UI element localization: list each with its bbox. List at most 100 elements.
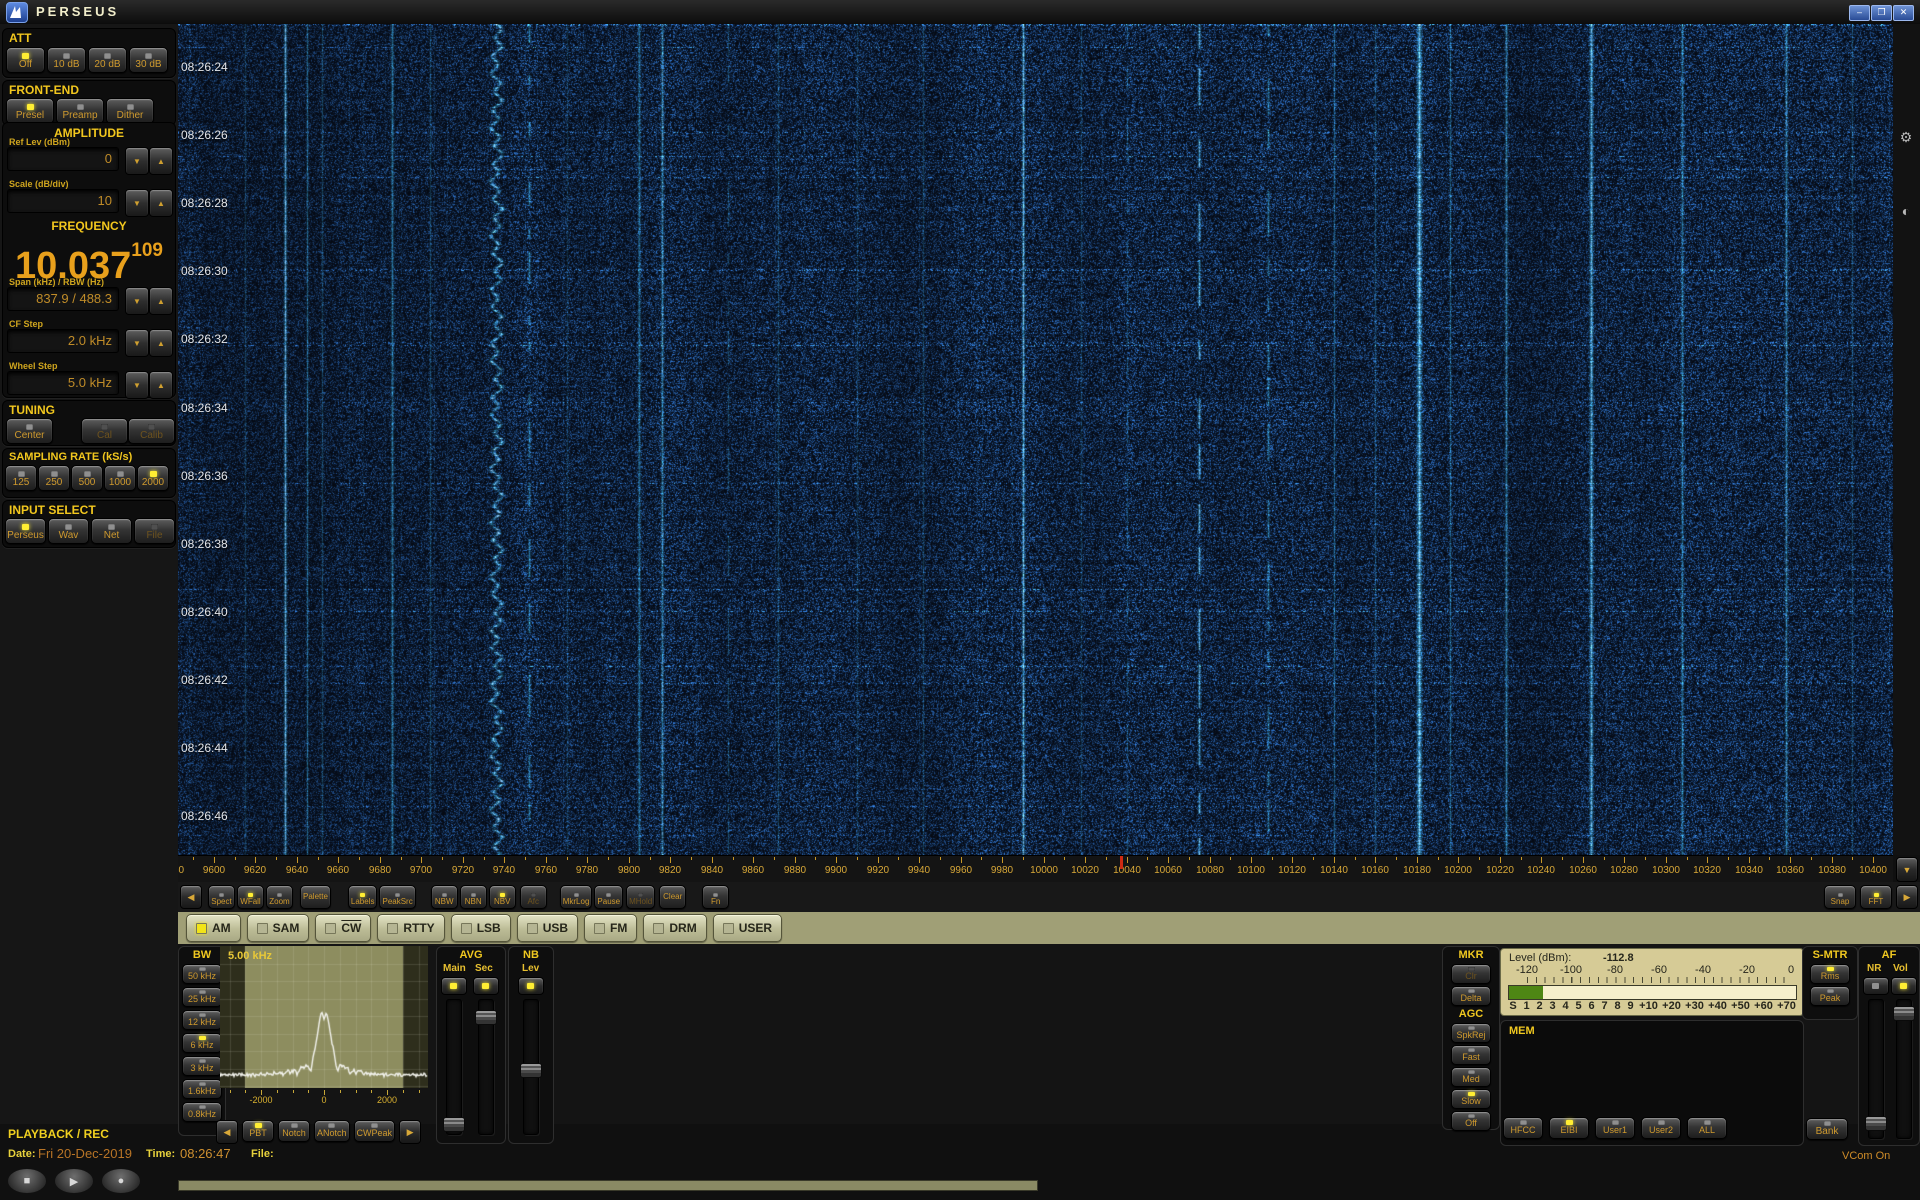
wheel-step-up-icon[interactable]: ▲ [149, 371, 173, 399]
rate-2000-button[interactable]: 2000 [137, 465, 169, 491]
avg-sec-enable-button[interactable] [473, 977, 499, 995]
frontend-preamp-button[interactable]: Preamp [56, 98, 104, 124]
att-off-button[interactable]: Off [6, 47, 45, 73]
cf-step-value[interactable]: 2.0 kHz [7, 329, 119, 353]
filter-left-arrow-icon[interactable]: ◀ [216, 1120, 238, 1144]
mode-rtty-button[interactable]: RTTY [377, 914, 445, 942]
mkr-delta-button[interactable]: Delta [1451, 986, 1491, 1006]
mem-all-button[interactable]: ALL [1687, 1117, 1727, 1139]
af-vol-enable-button[interactable] [1891, 977, 1917, 995]
span-down-icon[interactable]: ▼ [125, 287, 149, 315]
af-vol-slider[interactable] [1893, 999, 1915, 1139]
rate-1000-button[interactable]: 1000 [104, 465, 136, 491]
toolbar-nbv-button[interactable]: NBV [488, 885, 516, 909]
mkr-clr-button[interactable]: Clr [1451, 964, 1491, 984]
mode-usb-button[interactable]: USB [516, 914, 579, 942]
filter-notch-button[interactable]: Notch [278, 1120, 310, 1142]
nb-lev-enable-button[interactable] [518, 977, 544, 995]
frontend-presel-button[interactable]: Presel [6, 98, 54, 124]
toolbar-fn-button[interactable]: Fn [702, 885, 730, 909]
avg-main-slider[interactable] [443, 999, 465, 1135]
toolbar-fft-button[interactable]: FFT [1860, 885, 1892, 909]
agc-off-button[interactable]: Off [1451, 1111, 1491, 1131]
slider-thumb[interactable] [1865, 1116, 1887, 1131]
transport-play-button[interactable]: ▶ [54, 1168, 94, 1194]
slider-thumb[interactable] [1893, 1006, 1915, 1021]
transport-record-button[interactable]: ● [101, 1168, 141, 1194]
wheel-step-down-icon[interactable]: ▼ [125, 371, 149, 399]
input-file-button[interactable]: File [134, 518, 175, 544]
axis-scroll-down-icon[interactable]: ▼ [1896, 857, 1918, 882]
agc-med-button[interactable]: Med [1451, 1067, 1491, 1087]
att-10-db-button[interactable]: 10 dB [47, 47, 86, 73]
smtr-rms-button[interactable]: Rms [1810, 964, 1850, 984]
toolbar-wfall-button[interactable]: WFall [237, 885, 264, 909]
tuning-calib-button[interactable]: Calib [128, 418, 175, 444]
toolbar-pause-button[interactable]: Pause [594, 885, 624, 909]
mem-user1-button[interactable]: User1 [1595, 1117, 1635, 1139]
frequency-axis[interactable]: 9580 9600 9620 9640 9660 9680 9700 9720 9740 9760… [178, 855, 1893, 883]
ref-lev-value[interactable]: 0 [7, 147, 119, 171]
filter-pbt-button[interactable]: PBT [242, 1120, 274, 1142]
minimize-button[interactable]: – [1849, 5, 1870, 21]
att-30-db-button[interactable]: 30 dB [129, 47, 168, 73]
toolbar-peaksrc-button[interactable]: PeakSrc [379, 885, 416, 909]
mem-user2-button[interactable]: User2 [1641, 1117, 1681, 1139]
maximize-button[interactable]: ❐ [1871, 5, 1892, 21]
smtr-peak-button[interactable]: Peak [1810, 986, 1850, 1006]
toolbar-snap-button[interactable]: Snap [1824, 885, 1856, 909]
toolbar-nbn-button[interactable]: NBN [459, 885, 487, 909]
tuning-cal-button[interactable]: Cal [81, 418, 128, 444]
cf-step-up-icon[interactable]: ▲ [149, 329, 173, 357]
slider-thumb[interactable] [520, 1063, 542, 1078]
contrast-icon[interactable]: ◐ [1897, 202, 1915, 220]
att-20-db-button[interactable]: 20 dB [88, 47, 127, 73]
agc-fast-button[interactable]: Fast [1451, 1045, 1491, 1065]
agc-slow-button[interactable]: Slow [1451, 1089, 1491, 1109]
wheel-step-value[interactable]: 5.0 kHz [7, 371, 119, 395]
mem-hfcc-button[interactable]: HFCC [1503, 1117, 1543, 1139]
mode-sam-button[interactable]: SAM [246, 914, 310, 942]
rate-250-button[interactable]: 250 [38, 465, 70, 491]
input-net-button[interactable]: Net [91, 518, 132, 544]
ref-lev-down-icon[interactable]: ▼ [125, 147, 149, 175]
toolbar-mhold-button[interactable]: MHold [626, 885, 656, 909]
mode-user-button[interactable]: USER [712, 914, 783, 942]
toolbar-nbw-button[interactable]: NBW [430, 885, 458, 909]
mem-eibi-button[interactable]: EIBI [1549, 1117, 1589, 1139]
input-perseus-button[interactable]: Perseus [5, 518, 46, 544]
tuning-center-button[interactable]: Center [6, 418, 53, 444]
cf-step-down-icon[interactable]: ▼ [125, 329, 149, 357]
toolbar-clear-button[interactable]: Clear [659, 885, 687, 909]
span-value[interactable]: 837.9 / 488.3 [7, 287, 119, 311]
toolbar-labels-button[interactable]: Labels [347, 885, 378, 909]
mode-drm-button[interactable]: DRM [643, 914, 707, 942]
mode-lsb-button[interactable]: LSB [450, 914, 511, 942]
af-nr-slider[interactable] [1865, 999, 1887, 1139]
toolbar-palette-button[interactable]: Palette [300, 885, 331, 909]
toolbar-spect-button[interactable]: Spect [208, 885, 235, 909]
toolbar-zoom-button[interactable]: Zoom [266, 885, 293, 909]
settings-gear-icon[interactable]: ⚙ [1897, 128, 1915, 146]
transport-stop-button[interactable]: ■ [7, 1168, 47, 1194]
toolbar-left-arrow-icon[interactable]: ◀ [180, 885, 202, 909]
af-nr-enable-button[interactable] [1863, 977, 1889, 995]
avg-main-enable-button[interactable] [441, 977, 467, 995]
ref-lev-up-icon[interactable]: ▲ [149, 147, 173, 175]
span-up-icon[interactable]: ▲ [149, 287, 173, 315]
mode-am-button[interactable]: AM [186, 914, 241, 942]
close-button[interactable]: ✕ [1893, 5, 1914, 21]
scale-down-icon[interactable]: ▼ [125, 189, 149, 217]
toolbar-afc-button[interactable]: Afc [519, 885, 547, 909]
filter-shape-plot[interactable] [220, 946, 428, 1088]
toolbar-mkrlog-button[interactable]: MkrLog [559, 885, 593, 909]
nb-lev-slider[interactable] [520, 999, 542, 1135]
playback-progress-bar[interactable] [178, 1180, 1038, 1191]
rate-500-button[interactable]: 500 [71, 465, 103, 491]
agc-spkrej-button[interactable]: SpkRej [1451, 1023, 1491, 1043]
mode-cw-button[interactable]: CW [315, 914, 372, 942]
filter-anotch-button[interactable]: ANotch [314, 1120, 350, 1142]
avg-sec-slider[interactable] [475, 999, 497, 1135]
toolbar-right-arrow-icon[interactable]: ▶ [1896, 885, 1918, 909]
scale-value[interactable]: 10 [7, 189, 119, 213]
